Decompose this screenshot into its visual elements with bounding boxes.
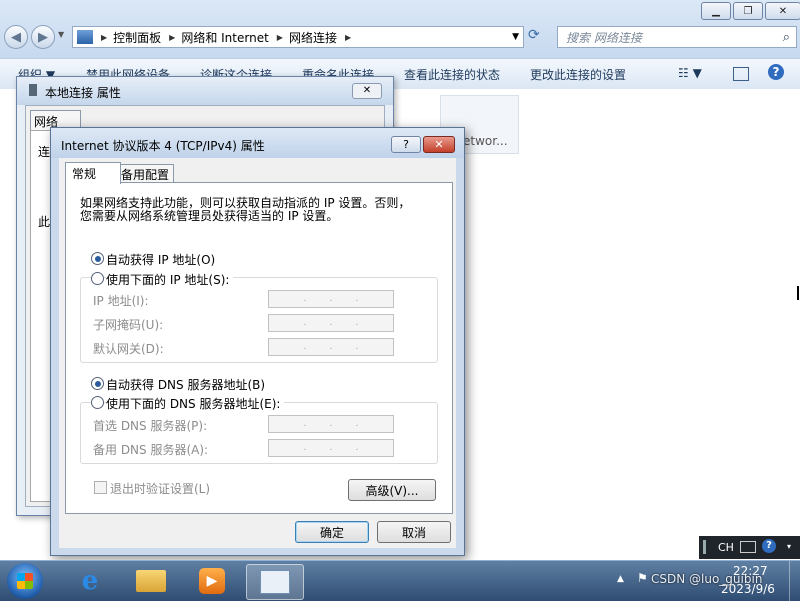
internet-explorer-icon: e: [81, 566, 99, 596]
gateway-field[interactable]: ...: [268, 338, 394, 356]
auto-ip-radio[interactable]: [91, 252, 104, 265]
breadcrumb-control-panel[interactable]: 控制面板: [113, 29, 161, 46]
watermark-text: CSDN @luo_guibin: [651, 572, 763, 586]
windows-logo-icon: [17, 573, 33, 589]
address-bar[interactable]: ▶ 控制面板 ▶ 网络和 Internet ▶ 网络连接 ▶ ▼: [72, 26, 524, 48]
ip-address-label: IP 地址(I):: [93, 294, 149, 308]
dialog1-titlebar: 本地连接 属性 ✕: [17, 77, 393, 105]
tab-alternate-config[interactable]: 备用配置: [116, 164, 174, 183]
folder-icon: [136, 570, 166, 592]
breadcrumb-network-connections[interactable]: 网络连接: [289, 29, 337, 46]
ip-address-field[interactable]: ...: [268, 290, 394, 308]
manual-dns-label[interactable]: 使用下面的 DNS 服务器地址(E):: [106, 395, 285, 412]
alternate-dns-label: 备用 DNS 服务器(A):: [93, 443, 209, 457]
dialog1-partial-label: 连: [38, 145, 51, 159]
forward-button[interactable]: ▶: [31, 25, 55, 49]
manual-ip-radio[interactable]: [91, 272, 104, 285]
alternate-dns-field[interactable]: ...: [268, 439, 394, 457]
close-button[interactable]: ✕: [765, 2, 800, 20]
start-button[interactable]: [7, 563, 43, 599]
dialog2-close-button[interactable]: ✕: [423, 136, 455, 153]
help-icon[interactable]: ?: [768, 64, 784, 80]
search-box[interactable]: 搜索 网络连接 ⌕: [557, 26, 797, 48]
breadcrumb-separator-icon[interactable]: ▶: [101, 33, 107, 42]
subnet-mask-field[interactable]: ...: [268, 314, 394, 332]
langbar-help-icon[interactable]: ?: [762, 539, 776, 553]
preferred-dns-label: 首选 DNS 服务器(P):: [93, 419, 208, 433]
cursor-icon: [797, 286, 799, 300]
breadcrumb-network-internet[interactable]: 网络和 Internet: [181, 29, 268, 46]
network-connections-taskbar-button[interactable]: [246, 564, 304, 600]
validate-on-exit-checkbox[interactable]: [94, 481, 107, 494]
connection-tile-text: etwor...: [463, 134, 508, 148]
ipv4-properties-dialog: Internet 协议版本 4 (TCP/IPv4) 属性 ? ✕ 常规 备用配…: [50, 127, 465, 556]
show-hidden-icons-icon[interactable]: ▲: [617, 574, 624, 584]
breadcrumb-separator-icon[interactable]: ▶: [277, 33, 283, 42]
show-desktop-button[interactable]: [789, 561, 800, 601]
auto-dns-radio[interactable]: [91, 377, 104, 390]
window-controls: ▁ ❐ ✕: [701, 2, 800, 20]
action-center-flag-icon[interactable]: ⚑: [637, 571, 648, 585]
help-button[interactable]: ?: [391, 136, 421, 153]
keyboard-icon[interactable]: [740, 541, 756, 553]
auto-ip-label[interactable]: 自动获得 IP 地址(O): [106, 251, 215, 268]
preferred-dns-field[interactable]: ...: [268, 415, 394, 433]
dialog2-title: Internet 协议版本 4 (TCP/IPv4) 属性: [61, 139, 265, 153]
manual-ip-label[interactable]: 使用下面的 IP 地址(S):: [106, 271, 234, 288]
back-button[interactable]: ◀: [4, 25, 28, 49]
advanced-button[interactable]: 高级(V)...: [348, 479, 436, 501]
dialog2-titlebar: Internet 协议版本 4 (TCP/IPv4) 属性 ? ✕: [51, 128, 464, 158]
breadcrumb-separator-icon[interactable]: ▶: [345, 33, 351, 42]
subnet-mask-label: 子网掩码(U):: [93, 318, 164, 332]
auto-dns-label[interactable]: 自动获得 DNS 服务器地址(B): [106, 376, 265, 393]
search-input[interactable]: 搜索 网络连接: [566, 29, 642, 46]
general-tabpanel: 如果网络支持此功能，则可以获取自动指派的 IP 设置。否则， 您需要从网络系统管…: [65, 182, 453, 514]
change-settings-button[interactable]: 更改此连接的设置: [530, 66, 626, 83]
minimize-button[interactable]: ▁: [701, 2, 731, 20]
breadcrumb-separator-icon[interactable]: ▶: [169, 33, 175, 42]
langbar-grip-icon: [703, 540, 706, 554]
dialog2-body: 常规 备用配置 如果网络支持此功能，则可以获取自动指派的 IP 设置。否则， 您…: [59, 158, 456, 548]
dialog1-close-button[interactable]: ✕: [352, 83, 382, 99]
langbar-options-icon[interactable]: ▾: [787, 542, 791, 551]
media-player-icon: ▶: [199, 568, 225, 594]
control-panel-icon: [77, 30, 93, 44]
preview-pane-icon[interactable]: [733, 67, 749, 81]
view-status-button[interactable]: 查看此连接的状态: [404, 66, 500, 83]
forward-arrow-icon: ▶: [38, 29, 48, 45]
media-player-taskbar-button[interactable]: ▶: [184, 564, 240, 598]
gateway-label: 默认网关(D):: [93, 342, 164, 356]
ok-button[interactable]: 确定: [295, 521, 369, 543]
dialog1-partial-label: 此: [38, 215, 51, 229]
manual-dns-radio[interactable]: [91, 396, 104, 409]
control-panel-window-icon: [260, 570, 290, 594]
recent-pages-chevron-icon[interactable]: ▼: [58, 30, 64, 39]
back-arrow-icon: ◀: [11, 29, 21, 45]
tab-general[interactable]: 常规: [65, 162, 121, 184]
search-icon[interactable]: ⌕: [783, 30, 790, 45]
language-bar: CH ? ▾: [699, 536, 800, 559]
language-indicator[interactable]: CH: [718, 541, 734, 554]
validate-on-exit-label[interactable]: 退出时验证设置(L): [110, 480, 210, 497]
view-options-icon[interactable]: ☷ ▼: [678, 66, 702, 80]
intro-text-line2: 您需要从网络系统管理员处获得适当的 IP 设置。: [80, 209, 339, 223]
refresh-icon[interactable]: ⟳: [528, 27, 540, 43]
explorer-taskbar-button[interactable]: [123, 564, 179, 598]
maximize-button[interactable]: ❐: [733, 2, 763, 20]
internet-explorer-taskbar-button[interactable]: e: [62, 564, 118, 598]
address-dropdown-icon[interactable]: ▼: [512, 32, 519, 42]
cancel-button[interactable]: 取消: [377, 521, 451, 543]
dialog1-title: 本地连接 属性: [45, 86, 121, 100]
network-adapter-icon: [29, 84, 37, 96]
